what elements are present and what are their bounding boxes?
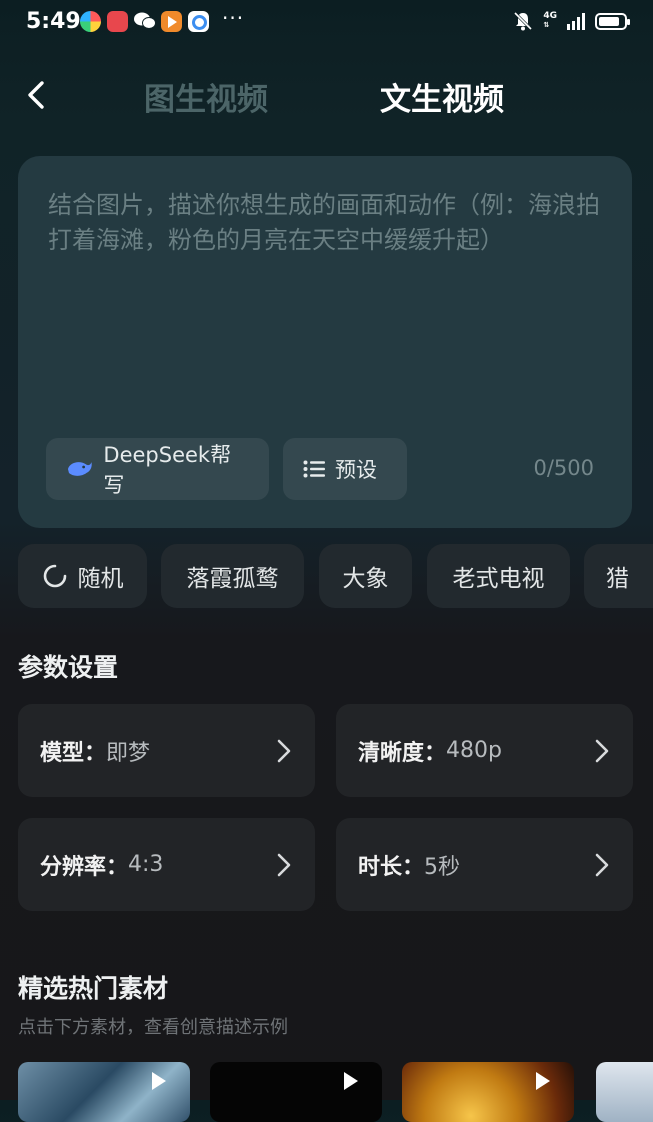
preset-label: 预设: [335, 458, 377, 482]
material-thumbnail[interactable]: [210, 1062, 382, 1122]
refresh-icon: [43, 564, 66, 588]
tag-item[interactable]: 大象: [319, 544, 412, 608]
signal-icon: [567, 12, 585, 30]
model-value: 即梦: [106, 740, 151, 766]
model-setting[interactable]: 模型： 即梦: [18, 704, 315, 797]
clarity-key: 清晰度：: [358, 740, 447, 766]
materials-subtitle: 点击下方素材，查看创意描述示例: [18, 1017, 288, 1038]
status-indicators: 4G ⇅: [513, 11, 630, 31]
status-bar: 5:49 ··· 4G ⇅: [0, 0, 653, 44]
prompt-input-card[interactable]: 结合图片，描述你想生成的画面和动作（例：海浪拍打着海滩，粉色的月亮在天空中缓缓升…: [18, 156, 632, 528]
list-icon: [303, 460, 325, 478]
tag-label: 落霞孤鹜: [186, 566, 279, 592]
chevron-right-icon: [595, 853, 609, 877]
clarity-value: 480p: [446, 738, 502, 763]
resolution-value: 4:3: [128, 852, 164, 877]
battery-icon: [595, 12, 630, 30]
deepseek-whale-icon: [67, 462, 92, 476]
prompt-placeholder[interactable]: 结合图片，描述你想生成的画面和动作（例：海浪拍打着海滩，粉色的月亮在天空中缓缓升…: [48, 188, 608, 258]
network-type: 4G ⇅: [543, 11, 557, 30]
materials-section-title: 精选热门素材: [18, 974, 169, 1003]
tab-text-to-video[interactable]: 文生视频: [380, 74, 504, 119]
tag-item[interactable]: 落霞孤鹜: [161, 544, 304, 608]
colorful-pinwheel-icon: [80, 11, 101, 32]
play-icon: [344, 1072, 358, 1090]
tag-label: 随机: [77, 566, 124, 592]
random-tag-button[interactable]: 随机: [18, 544, 147, 608]
back-icon[interactable]: [22, 78, 54, 112]
chevron-right-icon: [595, 739, 609, 763]
material-thumbnail[interactable]: [18, 1062, 190, 1122]
deepseek-write-button[interactable]: DeepSeek帮写: [46, 438, 269, 500]
tag-label: 老式电视: [452, 566, 545, 592]
preset-button[interactable]: 预设: [283, 438, 407, 500]
mute-bell-icon: [514, 11, 533, 31]
duration-value: 5秒: [424, 854, 461, 880]
tag-label: 猎: [606, 566, 629, 592]
video-play-icon: [161, 11, 182, 32]
chevron-right-icon: [277, 739, 291, 763]
material-thumbnail[interactable]: [402, 1062, 574, 1122]
status-time: 5:49: [26, 9, 81, 34]
tag-label: 大象: [342, 566, 389, 592]
notification-app-icons: [80, 11, 209, 32]
clarity-setting[interactable]: 清晰度： 480p: [336, 704, 633, 797]
tag-item[interactable]: 猎: [584, 544, 653, 608]
params-section-title: 参数设置: [18, 653, 119, 682]
more-notifications-icon: ···: [222, 6, 245, 30]
resolution-key: 分辨率：: [40, 854, 129, 880]
huawei-store-icon: [107, 11, 128, 32]
cloud-drive-icon: [188, 11, 209, 32]
wechat-icon: [134, 11, 156, 32]
material-thumbnail[interactable]: [596, 1062, 653, 1122]
character-counter: 0/500: [533, 456, 594, 480]
resolution-setting[interactable]: 分辨率： 4:3: [18, 818, 315, 911]
model-key: 模型：: [40, 740, 107, 766]
prompt-suggestion-tags: 随机 落霞孤鹜 大象 老式电视 猎: [18, 544, 653, 608]
chevron-right-icon: [277, 853, 291, 877]
play-icon: [536, 1072, 550, 1090]
tag-item[interactable]: 老式电视: [427, 544, 570, 608]
tab-image-to-video[interactable]: 图生视频: [144, 74, 268, 119]
deepseek-write-label: DeepSeek帮写: [103, 443, 232, 497]
duration-key: 时长：: [358, 854, 425, 880]
play-icon: [152, 1072, 166, 1090]
duration-setting[interactable]: 时长： 5秒: [336, 818, 633, 911]
